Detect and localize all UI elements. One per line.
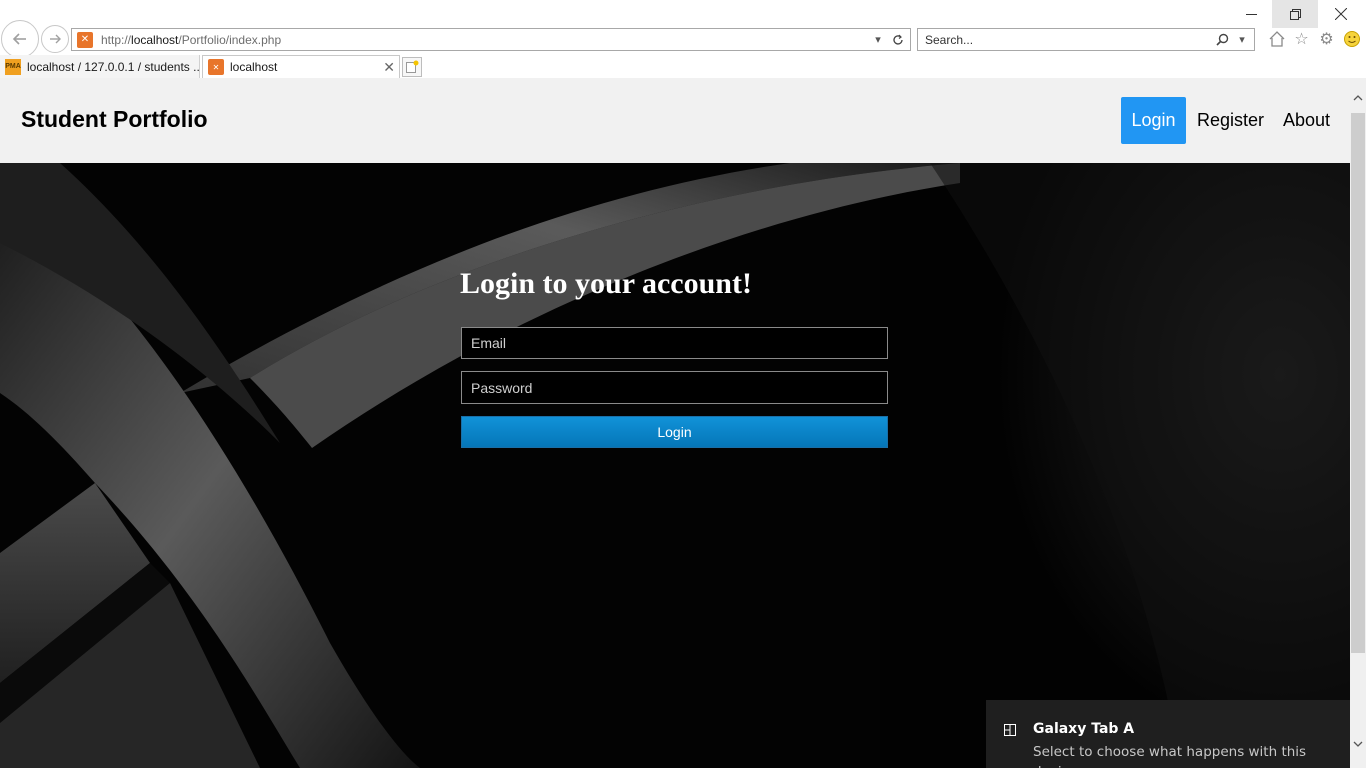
gear-icon[interactable]: ⚙: [1316, 28, 1337, 50]
device-notification[interactable]: Galaxy Tab A Select to choose what happe…: [986, 700, 1350, 768]
tab-localhost[interactable]: ✕ localhost ✕: [202, 55, 400, 78]
notification-title: Galaxy Tab A: [1033, 721, 1135, 737]
site-header: Student Portfolio Login Register About: [0, 78, 1350, 163]
forward-button[interactable]: [41, 25, 69, 53]
search-bar[interactable]: ▾: [917, 28, 1255, 51]
restore-icon: [1289, 8, 1301, 20]
nav-register-link[interactable]: Register: [1186, 97, 1275, 144]
close-tab-icon[interactable]: ✕: [383, 59, 395, 76]
password-field[interactable]: [461, 371, 888, 404]
favorites-star-icon[interactable]: ☆: [1291, 28, 1312, 50]
page-viewport: Student Portfolio Login Register About L…: [0, 78, 1350, 768]
xampp-favicon-icon: ✕: [208, 59, 224, 75]
new-tab-button[interactable]: [402, 57, 422, 77]
tab-label: localhost / 127.0.0.1 / students ...: [27, 59, 200, 74]
browser-chrome: ✕ http://localhost/Portfolio/index.php ▾…: [0, 0, 1366, 78]
arrow-left-icon: [12, 33, 26, 45]
restore-button[interactable]: [1272, 0, 1318, 28]
smiley-feedback-icon[interactable]: [1341, 28, 1362, 50]
search-dropdown-icon[interactable]: ▾: [1234, 32, 1250, 48]
background-abstract-image: [0, 163, 1350, 768]
refresh-icon[interactable]: [890, 32, 906, 48]
nav-about-link[interactable]: About: [1272, 97, 1341, 144]
dropdown-arrow-icon[interactable]: ▾: [870, 32, 886, 48]
login-heading: Login to your account!: [460, 267, 752, 300]
device-icon: [1004, 724, 1016, 736]
tab-strip: PMA localhost / 127.0.0.1 / students ...…: [0, 55, 1366, 78]
close-window-button[interactable]: [1318, 0, 1364, 28]
scroll-up-arrow-icon[interactable]: [1350, 88, 1366, 108]
home-icon[interactable]: [1266, 28, 1287, 50]
xampp-favicon-icon: ✕: [77, 31, 93, 48]
search-input[interactable]: [918, 32, 1214, 47]
back-button[interactable]: [1, 20, 39, 58]
address-url[interactable]: http://localhost/Portfolio/index.php: [101, 33, 870, 47]
login-submit-button[interactable]: Login: [461, 416, 888, 448]
address-bar[interactable]: ✕ http://localhost/Portfolio/index.php ▾: [71, 28, 911, 51]
email-field[interactable]: [461, 327, 888, 359]
toolbar-icons: ☆ ⚙: [1266, 28, 1362, 50]
search-icon[interactable]: [1214, 32, 1230, 48]
close-icon: [1335, 8, 1347, 20]
page-scrollbar[interactable]: [1350, 78, 1366, 768]
minimize-icon: [1245, 13, 1257, 15]
new-tab-icon: [406, 60, 419, 73]
site-brand[interactable]: Student Portfolio: [21, 106, 208, 133]
login-hero: Login to your account! Login Galaxy Tab …: [0, 163, 1350, 768]
tab-phpmyadmin[interactable]: PMA localhost / 127.0.0.1 / students ...: [0, 55, 200, 78]
phpmyadmin-favicon-icon: PMA: [5, 58, 21, 75]
nav-login-link[interactable]: Login: [1121, 97, 1186, 144]
tab-label: localhost: [230, 60, 278, 74]
minimize-button[interactable]: [1228, 0, 1274, 28]
scrollbar-thumb[interactable]: [1351, 113, 1365, 653]
notification-message: Select to choose what happens with this …: [1033, 744, 1307, 768]
arrow-right-icon: [50, 34, 61, 44]
scroll-down-arrow-icon[interactable]: [1350, 734, 1366, 754]
